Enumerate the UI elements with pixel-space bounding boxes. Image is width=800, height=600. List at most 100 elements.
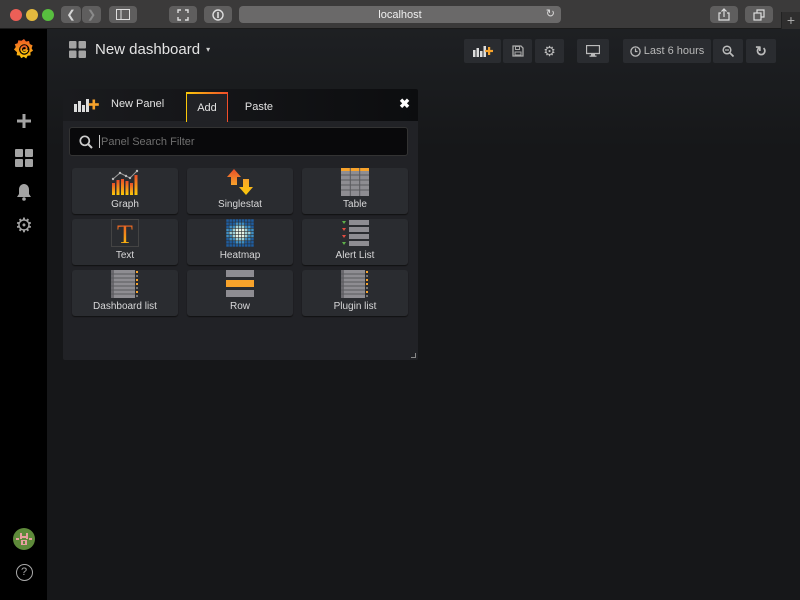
panel-search-input[interactable] xyxy=(101,135,391,148)
tabs-icon xyxy=(753,8,765,21)
save-icon xyxy=(511,45,524,57)
minimize-window-button[interactable] xyxy=(26,9,38,21)
panel-type-alert-list[interactable]: Alert List xyxy=(302,219,408,265)
chevron-down-icon: ▾ xyxy=(206,45,211,54)
1password-icon xyxy=(212,8,224,21)
sidebar-item-dashboards[interactable] xyxy=(12,146,36,170)
heatmap-icon xyxy=(226,219,254,247)
alert-list-icon xyxy=(342,220,369,246)
panel-type-graph[interactable]: Graph xyxy=(72,168,178,214)
close-window-button[interactable] xyxy=(10,9,22,21)
refresh-icon: ↻ xyxy=(755,42,767,59)
side-menu: ⚙ ? xyxy=(0,29,47,600)
add-panel-widget: New Panel Add Paste ✖ Graph xyxy=(63,89,418,360)
panel-type-heatmap[interactable]: Heatmap xyxy=(187,219,293,265)
tab-paste-label: Paste xyxy=(244,101,274,113)
browser-toolbar: ❮ ❯ localhost ↻ + xyxy=(0,0,800,29)
dashboard-title-button[interactable]: New dashboard ▾ xyxy=(69,41,210,58)
sidebar-toggle-button[interactable] xyxy=(109,6,137,23)
tab-add-label: Add xyxy=(197,102,217,114)
view-mode-button[interactable] xyxy=(577,39,609,63)
panel-type-label: Text xyxy=(115,250,135,261)
address-bar[interactable]: localhost ↻ xyxy=(239,6,561,23)
add-panel-title: New Panel xyxy=(111,98,165,110)
sidebar-item-create[interactable] xyxy=(12,109,36,133)
svg-text:T: T xyxy=(117,220,133,247)
table-icon xyxy=(341,168,369,196)
text-icon: T xyxy=(111,219,139,247)
panel-type-table[interactable]: Table xyxy=(302,168,408,214)
panel-type-dashboard-list[interactable]: Dashboard list xyxy=(72,270,178,316)
share-button[interactable] xyxy=(710,6,738,23)
panel-type-label: Plugin list xyxy=(333,301,377,312)
user-avatar[interactable] xyxy=(12,527,36,551)
panel-type-label: Table xyxy=(343,199,367,210)
plugin-list-icon xyxy=(341,270,368,298)
chevron-left-icon: ❮ xyxy=(66,9,76,21)
save-dashboard-button[interactable] xyxy=(503,39,532,63)
add-panel-icon xyxy=(472,46,493,57)
plus-icon xyxy=(17,114,31,128)
singlestat-icon xyxy=(227,169,253,195)
dashboard-settings-button[interactable]: ⚙ xyxy=(535,39,564,63)
grafana-logo[interactable] xyxy=(12,37,36,61)
time-picker-button[interactable]: Last 6 hours xyxy=(623,39,711,63)
dashboard-area: New dashboard ▾ ⚙ Last 6 hours ↻ New Pan… xyxy=(47,29,800,600)
zoom-out-button[interactable] xyxy=(713,39,743,63)
refresh-button[interactable]: ↻ xyxy=(746,39,776,63)
help-button[interactable]: ? xyxy=(12,560,36,584)
close-icon[interactable]: ✖ xyxy=(399,96,410,112)
panel-search-field[interactable] xyxy=(69,127,408,156)
panel-type-label: Heatmap xyxy=(219,250,261,261)
zoom-window-button[interactable] xyxy=(42,9,54,21)
panel-type-label: Row xyxy=(229,301,250,312)
sidebar-icon xyxy=(116,9,130,20)
panel-type-singlestat[interactable]: Singlestat xyxy=(187,168,293,214)
page-title: New dashboard xyxy=(95,41,201,58)
back-button[interactable]: ❮ xyxy=(61,6,81,23)
bell-icon xyxy=(17,184,31,201)
add-panel-icon xyxy=(74,99,99,112)
text-cursor xyxy=(99,135,100,148)
zoom-out-icon xyxy=(722,45,734,57)
dashboards-icon xyxy=(15,149,33,167)
panel-type-label: Graph xyxy=(111,199,139,210)
panel-type-label: Alert List xyxy=(335,250,375,261)
avatar xyxy=(13,528,35,550)
share-icon xyxy=(718,8,730,21)
panel-type-grid: Graph Singlestat Table T Text Heatmap Al… xyxy=(72,168,409,316)
fullscreen-button[interactable] xyxy=(169,6,197,23)
panel-type-label: Dashboard list xyxy=(93,301,157,312)
gear-icon: ⚙ xyxy=(543,42,556,59)
password-manager-button[interactable] xyxy=(204,6,232,23)
search-icon xyxy=(79,134,93,149)
forward-button[interactable]: ❯ xyxy=(82,6,101,23)
tabs-overview-button[interactable] xyxy=(745,6,773,23)
new-tab-button[interactable]: + xyxy=(781,12,800,29)
clock-icon xyxy=(629,45,641,57)
tab-add[interactable]: Add xyxy=(186,92,228,122)
chevron-right-icon: ❯ xyxy=(86,9,97,21)
gear-icon: ⚙ xyxy=(15,215,33,237)
url-text: localhost xyxy=(378,8,422,21)
help-icon: ? xyxy=(15,563,33,581)
resize-handle[interactable] xyxy=(411,353,416,358)
sidebar-item-alerting[interactable] xyxy=(12,180,36,204)
dashboard-list-icon xyxy=(111,270,138,298)
graph-icon xyxy=(111,169,139,195)
grafana-logo-icon xyxy=(14,39,33,59)
panel-type-row[interactable]: Row xyxy=(187,270,293,316)
add-panel-header: New Panel Add Paste ✖ xyxy=(63,89,418,122)
add-panel-button[interactable] xyxy=(464,39,501,63)
expand-icon xyxy=(177,8,189,21)
sidebar-item-configuration[interactable]: ⚙ xyxy=(12,214,36,238)
panel-type-label: Singlestat xyxy=(218,199,262,210)
panel-type-plugin-list[interactable]: Plugin list xyxy=(302,270,408,316)
tab-paste[interactable]: Paste xyxy=(239,92,279,122)
reload-icon[interactable]: ↻ xyxy=(546,7,555,20)
panel-type-text[interactable]: T Text xyxy=(72,219,178,265)
monitor-icon xyxy=(586,45,600,57)
row-icon xyxy=(226,270,254,297)
dashboards-icon xyxy=(69,41,86,58)
time-range-label: Last 6 hours xyxy=(643,45,705,57)
